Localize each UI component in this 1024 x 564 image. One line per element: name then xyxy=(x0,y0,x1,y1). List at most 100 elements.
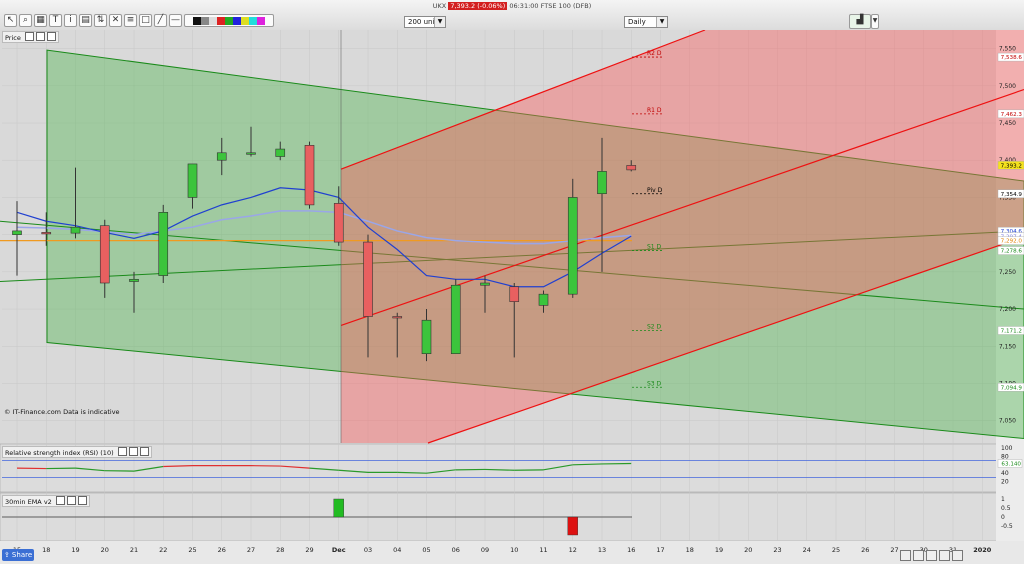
close-icon[interactable] xyxy=(139,447,149,456)
fib-tool-icon[interactable]: ≡ xyxy=(124,14,137,27)
maximize-icon[interactable] xyxy=(35,32,45,41)
settings-icon[interactable] xyxy=(24,32,34,41)
x-tick-label: 28 xyxy=(276,546,284,554)
y-tick-label: 7,550 xyxy=(999,46,1016,53)
candle-body xyxy=(275,148,286,157)
x-tick-label: 04 xyxy=(393,546,401,554)
x-tick-label: 20 xyxy=(101,546,109,554)
rsi-tick-label: 100 xyxy=(1001,445,1013,452)
interval-select[interactable]: Daily ▼ xyxy=(624,16,668,28)
ticker-price: 7,393.2 (-0.06%) xyxy=(448,2,508,10)
interval-value: Daily xyxy=(628,18,646,26)
close-icon[interactable] xyxy=(46,32,56,41)
y-tick-label: 7,250 xyxy=(999,269,1016,276)
x-tick-label: 13 xyxy=(598,546,606,554)
footer-tools xyxy=(900,550,1020,562)
pivot-label: S3 D xyxy=(647,380,662,387)
ticker-bar: UKX 7,393.2 (-0.06%) 06:31:00 FTSE 100 (… xyxy=(0,2,1024,10)
ema-tick-label: 0 xyxy=(1001,514,1005,521)
x-tick-label: 16 xyxy=(627,546,635,554)
zoom-icon[interactable]: ⌕ xyxy=(19,14,32,27)
line-tool-icon[interactable]: ╱ xyxy=(154,14,167,27)
maximize-icon[interactable] xyxy=(128,447,138,456)
ema-signal-bar xyxy=(333,498,344,518)
price-tag-label: 7,538.6 xyxy=(1001,55,1023,61)
x-tick-label: 18 xyxy=(686,546,694,554)
x-tick-label: 17 xyxy=(656,546,664,554)
candle-body xyxy=(216,152,227,161)
share-button[interactable]: ⇪ Share xyxy=(2,549,34,561)
pivot-label: Piv D xyxy=(647,187,663,194)
chart-type-icon[interactable]: ▟ xyxy=(849,14,871,29)
rectangle-tool-icon[interactable]: □ xyxy=(139,14,152,27)
ema-label-text: 30min EMA v2 xyxy=(5,498,52,506)
price-tag-label: 7,094.9 xyxy=(1001,385,1023,391)
x-tick-label: Dec xyxy=(332,546,346,554)
chevron-down-icon: ▼ xyxy=(434,17,445,27)
price-tag-label: 7,171.2 xyxy=(1001,328,1022,334)
candle-body xyxy=(129,278,139,282)
x-tick-label: 18 xyxy=(42,546,50,554)
pivot-label: R2 D xyxy=(647,50,662,57)
candle-body xyxy=(597,171,607,195)
rsi-tick-label: 20 xyxy=(1001,479,1009,486)
candle-body xyxy=(567,197,578,295)
calendar-icon[interactable]: ▤ xyxy=(79,14,92,27)
x-tick-label: 26 xyxy=(218,546,226,554)
candle-body xyxy=(12,230,22,235)
candle-body xyxy=(158,212,169,276)
y-tick-label: 7,200 xyxy=(999,306,1016,313)
x-tick-label: 27 xyxy=(247,546,255,554)
price-tag-label: 7,462.3 xyxy=(1001,112,1023,118)
trash-icon[interactable]: ✕ xyxy=(109,14,122,27)
x-tick-label: 03 xyxy=(364,546,372,554)
info-icon[interactable]: i xyxy=(64,14,77,27)
ticker-time: 06:31:00 FTSE 100 (DFB) xyxy=(509,2,592,10)
candle-body xyxy=(626,165,637,171)
color-palette[interactable] xyxy=(184,14,274,27)
price-tag-label: 7,354.9 xyxy=(1001,192,1023,198)
x-tick-label: 29 xyxy=(305,546,313,554)
settings-icon[interactable] xyxy=(55,496,65,505)
candle-body xyxy=(509,286,520,302)
zoom-out-icon[interactable] xyxy=(939,550,950,561)
y-tick-label: 7,050 xyxy=(999,418,1016,425)
grid-icon[interactable]: ▦ xyxy=(34,14,47,27)
arrows-icon[interactable]: ⇅ xyxy=(94,14,107,27)
reset-icon[interactable] xyxy=(952,550,963,561)
price-tag-label: 7,292.0 xyxy=(1001,239,1023,245)
x-tick-label: 24 xyxy=(803,546,811,554)
rsi-tick-label: 40 xyxy=(1001,470,1009,477)
maximize-icon[interactable] xyxy=(66,496,76,505)
pointer-tool-icon[interactable]: ↖ xyxy=(4,14,17,27)
pivot-label: S2 D xyxy=(647,323,662,330)
ema-tick-label: 0.5 xyxy=(1001,505,1011,512)
price-panel-label: Price xyxy=(2,31,59,43)
y-tick-label: 7,150 xyxy=(999,343,1016,350)
rsi-segment xyxy=(572,463,603,466)
candle-body xyxy=(99,225,110,284)
hline-tool-icon[interactable]: — xyxy=(169,14,182,27)
rsi-segment xyxy=(163,465,193,468)
x-tick-label: 19 xyxy=(71,546,79,554)
x-tick-label: 10 xyxy=(510,546,518,554)
x-tick-label: 25 xyxy=(832,546,840,554)
x-tick-label: 26 xyxy=(861,546,869,554)
ema-tick-label: -0.5 xyxy=(1001,523,1013,530)
candle-body xyxy=(450,284,461,355)
price-tag-label: 7,278.6 xyxy=(1001,249,1023,255)
x-tick-label: 21 xyxy=(130,546,138,554)
candle-body xyxy=(304,145,315,206)
units-select[interactable]: 200 units ▼ xyxy=(404,16,446,28)
chevron-down-icon[interactable]: ▼ xyxy=(871,14,879,29)
text-tool-icon[interactable]: T xyxy=(49,14,62,27)
close-icon[interactable] xyxy=(77,496,87,505)
settings-icon[interactable] xyxy=(117,447,127,456)
toolbar: UKX 7,393.2 (-0.06%) 06:31:00 FTSE 100 (… xyxy=(0,0,1024,31)
x-tick-label: 27 xyxy=(890,546,898,554)
zoom-in-icon[interactable] xyxy=(926,550,937,561)
candle-body xyxy=(538,293,549,306)
candle-body xyxy=(421,319,432,355)
scroll-left-icon[interactable] xyxy=(900,550,911,561)
scroll-right-icon[interactable] xyxy=(913,550,924,561)
